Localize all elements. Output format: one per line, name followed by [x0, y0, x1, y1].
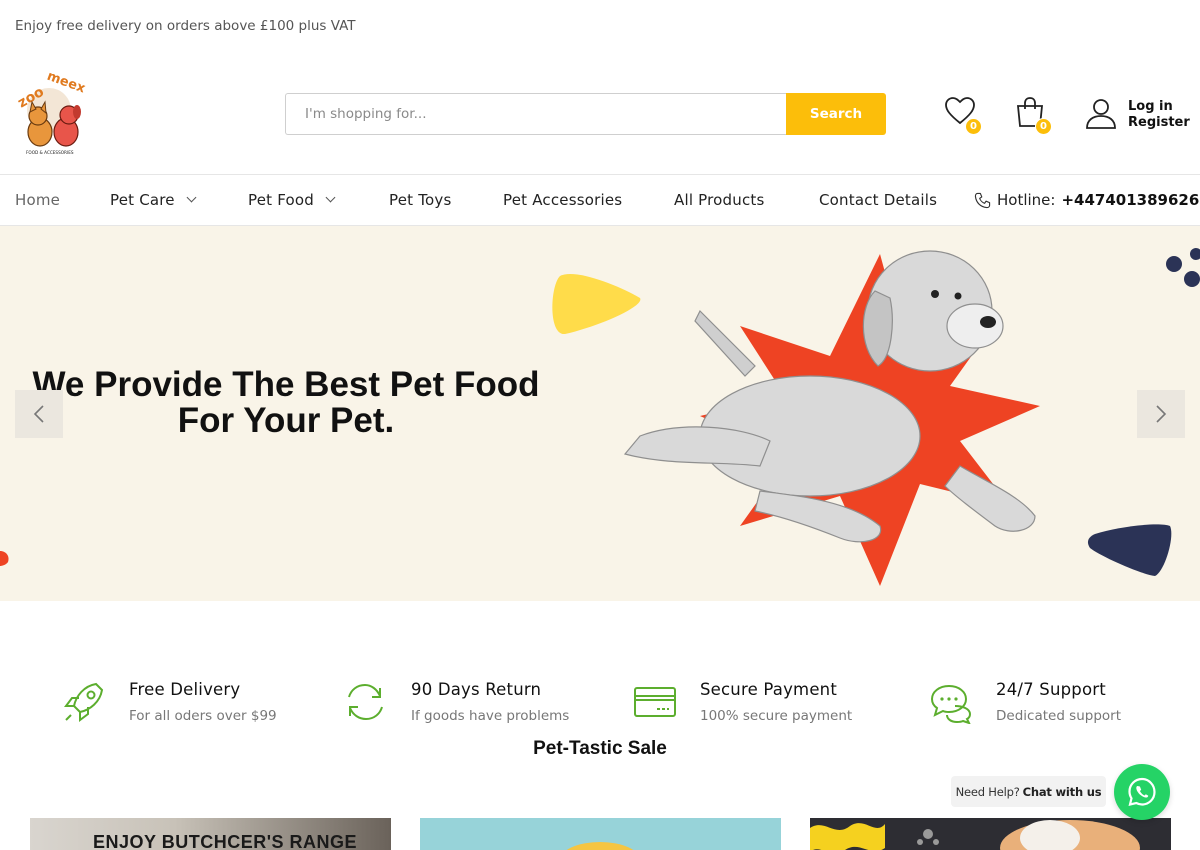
logo-tagline: FOOD & ACCESSORIES	[26, 150, 74, 155]
main-nav: Home Pet Care Pet Food Pet Toys Pet Acce…	[0, 174, 1200, 226]
search-input[interactable]	[285, 93, 787, 135]
nav-item-all-products[interactable]: All Products	[674, 175, 765, 225]
nav-item-label: All Products	[674, 191, 765, 209]
sale-section-title: Pet-Tastic Sale	[533, 738, 667, 759]
hotline-number: +447401389626	[1061, 191, 1200, 209]
slider-prev-button[interactable]	[15, 390, 63, 438]
feature-24-7-support: 24/7 Support Dedicated support	[929, 670, 1189, 730]
nav-item-label: Pet Toys	[389, 191, 452, 209]
feature-90-days-return: 90 Days Return If goods have problems	[344, 670, 604, 730]
nav-item-label: Pet Care	[110, 191, 175, 209]
feature-subtitle: If goods have problems	[411, 708, 570, 724]
cart-count-badge: 0	[1035, 118, 1052, 135]
header: zoo meex FOOD & ACCESSORIES Search 0 0	[0, 60, 1200, 174]
wishlist-count-badge: 0	[965, 118, 982, 135]
whatsapp-icon	[1128, 777, 1156, 806]
login-link[interactable]: Log in	[1128, 99, 1190, 115]
nav-item-pet-accessories[interactable]: Pet Accessories	[503, 175, 622, 225]
feature-title: 24/7 Support	[996, 680, 1106, 699]
account-link[interactable]: Log in Register	[1085, 97, 1195, 131]
refresh-icon	[348, 683, 383, 721]
hero-headline-line1: We Provide The Best Pet Food	[32, 365, 540, 404]
promo-text: Enjoy free delivery on orders above £100…	[15, 18, 356, 34]
hotline[interactable]: Hotline: +447401389626	[974, 175, 1199, 225]
search-bar: Search	[285, 93, 886, 135]
nav-item-home[interactable]: Home	[15, 175, 60, 225]
chat-icon	[930, 684, 972, 724]
rocket-icon	[64, 682, 104, 722]
feature-subtitle: 100% secure payment	[700, 708, 853, 724]
nav-item-pet-food[interactable]: Pet Food	[248, 175, 336, 225]
whatsapp-help-label[interactable]: Need Help? Chat with us	[951, 776, 1106, 807]
phone-icon	[974, 192, 991, 208]
chevron-right-icon	[1156, 405, 1167, 423]
chevron-left-icon	[33, 405, 44, 423]
promo-card-butchers[interactable]: ENJOY BUTCHCER'S RANGE	[30, 818, 391, 850]
promo-card-3[interactable]	[810, 818, 1171, 850]
nav-item-pet-toys[interactable]: Pet Toys	[389, 175, 451, 225]
feature-title: Secure Payment	[700, 680, 838, 699]
register-link[interactable]: Register	[1128, 115, 1190, 131]
site-logo[interactable]: zoo meex FOOD & ACCESSORIES	[15, 69, 95, 158]
hero-headline-line2: For Your Pet.	[177, 401, 395, 440]
promo-card-3-image	[810, 820, 1140, 850]
chat-label: Chat with us	[1022, 784, 1102, 799]
wishlist-button[interactable]: 0	[944, 96, 982, 135]
chevron-down-icon	[186, 192, 197, 203]
user-icon	[1086, 99, 1116, 129]
cart-button[interactable]: 0	[1014, 96, 1052, 135]
feature-secure-payment: Secure Payment 100% secure payment	[633, 670, 893, 730]
features-row: Free Delivery For all oders over $99 90 …	[0, 670, 1200, 740]
nav-item-label: Home	[15, 191, 61, 209]
slider-next-button[interactable]	[1137, 390, 1185, 438]
credit-card-icon	[634, 687, 676, 717]
help-text: Need Help?	[955, 784, 1020, 799]
hotline-label: Hotline:	[997, 191, 1056, 209]
promo-card-2[interactable]	[420, 818, 781, 850]
feature-free-delivery: Free Delivery For all oders over $99	[62, 670, 322, 730]
nav-item-contact-details[interactable]: Contact Details	[819, 175, 937, 225]
feature-subtitle: Dedicated support	[996, 708, 1122, 724]
hero-headline: We Provide The Best Pet Food For Your Pe…	[0, 367, 572, 439]
nav-item-label: Contact Details	[819, 191, 938, 209]
hero-slider: We Provide The Best Pet Food For Your Pe…	[0, 226, 1200, 601]
nav-item-pet-care[interactable]: Pet Care	[110, 175, 197, 225]
feature-title: Free Delivery	[129, 680, 241, 699]
nav-item-label: Pet Food	[248, 191, 314, 209]
whatsapp-chat-button[interactable]	[1114, 764, 1170, 820]
search-button[interactable]: Search	[786, 93, 886, 135]
feature-title: 90 Days Return	[411, 680, 542, 699]
feature-subtitle: For all oders over $99	[129, 708, 277, 724]
nav-item-label: Pet Accessories	[503, 191, 623, 209]
chevron-down-icon	[325, 192, 336, 203]
promo-card-2-image	[566, 842, 634, 850]
promo-card-title: ENJOY BUTCHCER'S RANGE	[93, 832, 357, 850]
